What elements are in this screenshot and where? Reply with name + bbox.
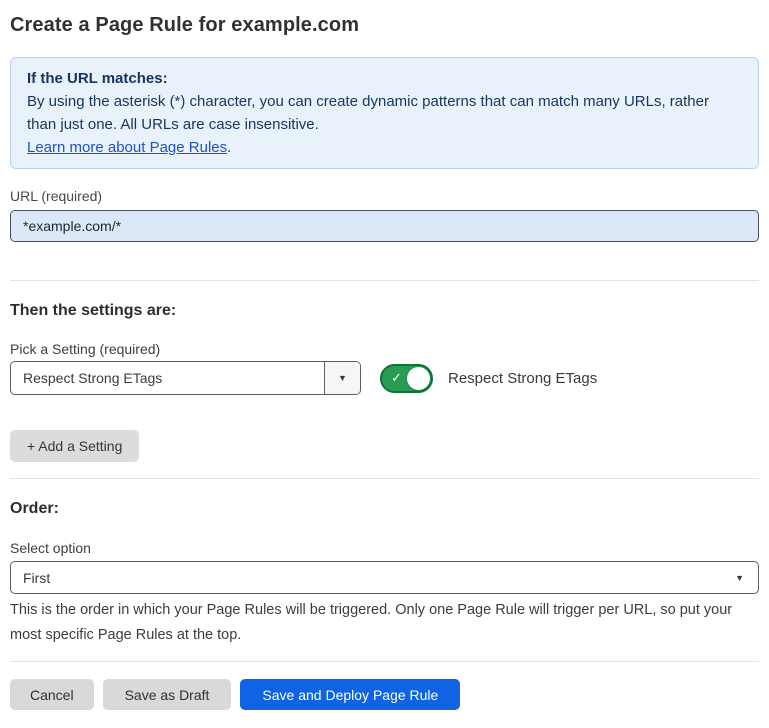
setting-dropdown-arrow-button[interactable]: ▼ [324,362,360,394]
save-and-deploy-button[interactable]: Save and Deploy Page Rule [240,679,460,710]
order-select-value: First [23,570,735,586]
divider [10,478,759,479]
order-select[interactable]: First ▼ [10,561,759,594]
order-help-text: This is the order in which your Page Rul… [10,598,759,648]
info-box-link-line: Learn more about Page Rules. [27,136,742,159]
learn-more-link[interactable]: Learn more about Page Rules [27,139,227,156]
pick-setting-label: Pick a Setting (required) [10,340,759,358]
divider [10,661,759,662]
page-title: Create a Page Rule for example.com [10,10,759,40]
chevron-down-icon: ▼ [735,573,744,583]
link-suffix: . [227,139,231,156]
check-icon: ✓ [391,371,402,384]
setting-dropdown-value: Respect Strong ETags [11,362,324,394]
info-box-heading: If the URL matches: [27,67,742,90]
footer-actions: Cancel Save as Draft Save and Deploy Pag… [10,679,759,710]
url-field-label: URL (required) [10,187,759,205]
url-input[interactable]: *example.com/* [10,210,759,242]
save-as-draft-button[interactable]: Save as Draft [103,679,232,710]
select-option-label: Select option [10,539,759,557]
chevron-down-icon: ▼ [338,373,347,383]
divider [10,280,759,281]
url-input-value: *example.com/* [23,218,121,234]
setting-dropdown[interactable]: Respect Strong ETags ▼ [10,361,361,395]
setting-row: Respect Strong ETags ▼ ✓ Respect Strong … [10,361,759,395]
etags-toggle[interactable]: ✓ [380,364,433,393]
info-box-body: By using the asterisk (*) character, you… [27,90,742,136]
order-section-heading: Order: [10,499,759,519]
toggle-knob [407,367,430,390]
create-page-rule-form: Create a Page Rule for example.com If th… [0,10,769,710]
settings-section-heading: Then the settings are: [10,301,759,321]
add-setting-button[interactable]: + Add a Setting [10,430,139,462]
url-matches-info-box: If the URL matches: By using the asteris… [10,57,759,169]
etags-toggle-label: Respect Strong ETags [448,370,597,387]
cancel-button[interactable]: Cancel [10,679,94,710]
